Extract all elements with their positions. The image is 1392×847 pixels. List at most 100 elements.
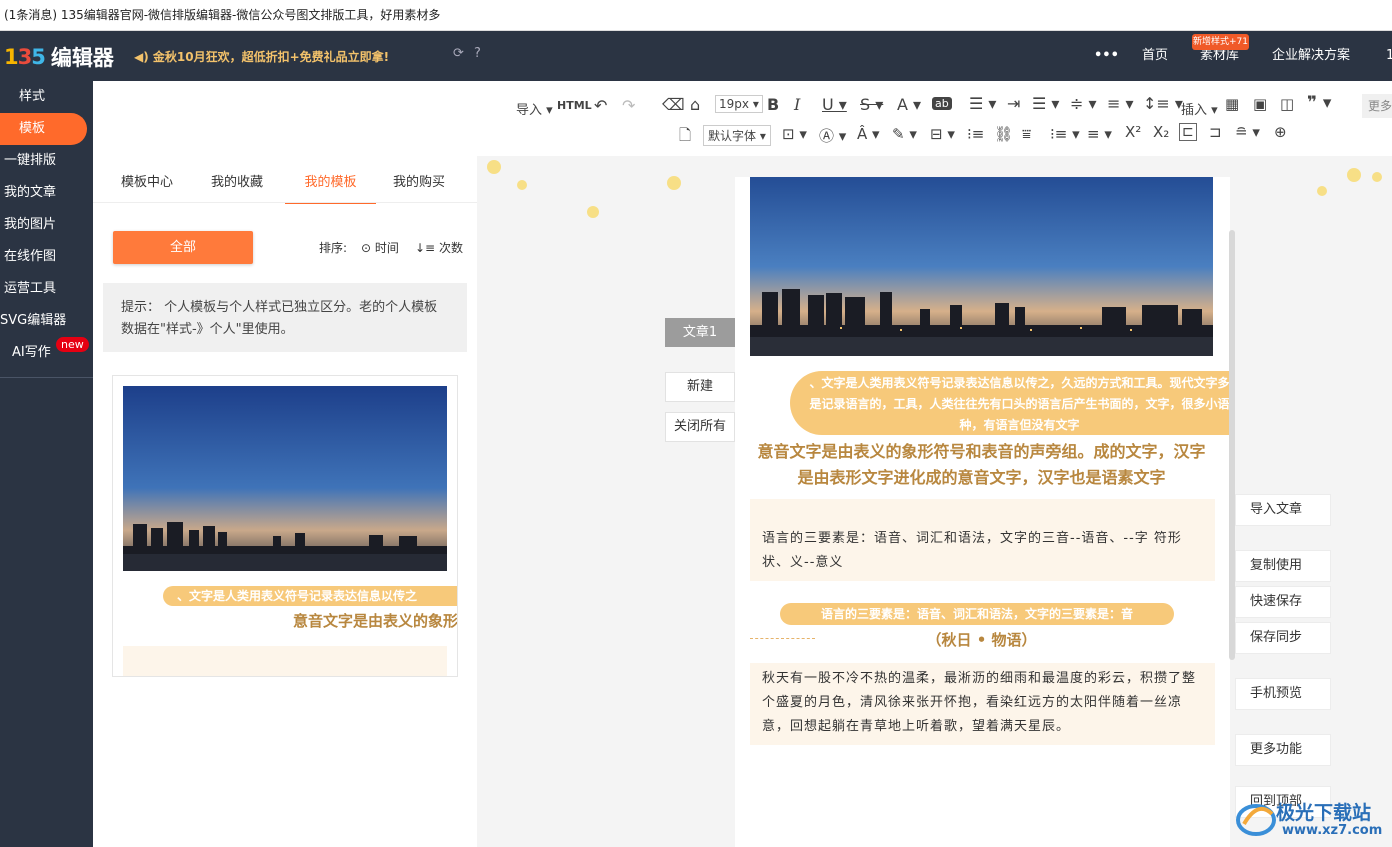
- image-frame-icon[interactable]: ⊟ ▾: [930, 125, 955, 143]
- intro-pill[interactable]: 、文字是人类用表义符号记录表达信息以传之，久远的方式和工具。现代文字多是记录语言…: [790, 371, 1235, 435]
- logo[interactable]: 135 编辑器: [4, 42, 114, 72]
- decor-flower: [587, 206, 599, 218]
- sort-icon: ↓≡: [415, 241, 436, 255]
- new-badge: new: [56, 337, 89, 352]
- subscript-icon[interactable]: X₂: [1153, 123, 1169, 141]
- quote-icon[interactable]: ❞ ▾: [1307, 93, 1331, 113]
- paragraph-spacing-icon[interactable]: ≡ ▾: [1107, 94, 1134, 113]
- card-heading: 意音文字是由表义的象形: [293, 612, 458, 630]
- new-article-button[interactable]: 新建: [665, 372, 735, 402]
- import-article-button[interactable]: 导入文章: [1235, 494, 1331, 526]
- nav-home[interactable]: 首页: [1142, 31, 1168, 81]
- table-icon[interactable]: ▦: [1225, 95, 1239, 113]
- eraser-icon[interactable]: ⌫: [662, 95, 685, 114]
- sort-label: 排序:: [319, 241, 348, 255]
- refresh-icon[interactable]: ⟳: [453, 46, 464, 61]
- document-page[interactable]: 、文字是人类用表义符号记录表达信息以传之，久远的方式和工具。现代文字多是记录语言…: [735, 177, 1235, 847]
- sort-by-time[interactable]: ⊙ 时间: [361, 239, 399, 256]
- import-label: 导入: [516, 103, 543, 118]
- decor-flower: [517, 180, 527, 190]
- tab-favorites[interactable]: 我的收藏: [211, 164, 263, 202]
- sort-by-count[interactable]: ↓≡ 次数: [415, 239, 463, 256]
- divider-icon[interactable]: ⩸: [1022, 125, 1031, 143]
- underline-icon[interactable]: U ▾: [822, 95, 847, 114]
- link-icon[interactable]: ⛓: [994, 125, 1013, 143]
- nav-more[interactable]: 1: [1386, 31, 1392, 81]
- text-box-icon[interactable]: ⊡ ▾: [782, 125, 807, 143]
- template-card[interactable]: 、文字是人类用表义符号记录表达信息以传之 意音文字是由表义的象形: [112, 375, 458, 677]
- image-icon[interactable]: ▣: [1253, 95, 1267, 113]
- sidebar-item-templates[interactable]: 模板: [0, 113, 87, 145]
- section-heading-1[interactable]: 意音文字是由表义的象形符号和表音的声旁组。成的文字，汉字是由表形文字进化成的意音…: [750, 439, 1213, 491]
- section-heading-2[interactable]: （秋日 • 物语）: [750, 629, 1213, 650]
- tab-purchases[interactable]: 我的购买: [393, 164, 445, 202]
- help-icon[interactable]: ?: [474, 46, 481, 61]
- sidebar-item-my-articles[interactable]: 我的文章: [0, 177, 93, 209]
- sidebar-item-svg-editor[interactable]: SVG编辑器: [0, 305, 93, 337]
- sidebar-item-my-images[interactable]: 我的图片: [0, 209, 93, 241]
- ordered-list-icon[interactable]: ⁝≡ ▾: [1050, 125, 1080, 143]
- left-layout-icon[interactable]: ⊏: [1179, 123, 1197, 141]
- align-icon[interactable]: ☰ ▾: [969, 94, 996, 113]
- font-color-icon[interactable]: A ▾: [897, 95, 921, 114]
- magic-wand-icon[interactable]: ✎ ▾: [892, 125, 917, 143]
- gallery-icon[interactable]: ◫: [1280, 95, 1294, 113]
- decor-flower: [1347, 168, 1361, 182]
- toolbar-more-button[interactable]: 更多: [1362, 94, 1392, 118]
- font-family-select[interactable]: 默认字体 ▾: [703, 125, 771, 146]
- decor-flower: [1317, 186, 1327, 196]
- tab-template-center[interactable]: 模板中心: [121, 164, 173, 202]
- highlight-icon[interactable]: ab: [932, 97, 952, 110]
- insert-menu[interactable]: 插入 ▾: [1181, 99, 1218, 118]
- text-block-2[interactable]: 秋天有一股不冷不热的温柔，最淅沥的细雨和最温度的彩云，积攒了整个盛夏的月色，清风…: [750, 663, 1215, 745]
- watermark: 极光下载站 www.xz7.com: [1234, 790, 1392, 847]
- section-pill-2[interactable]: 语言的三要素是：语音、词汇和语法，文字的三要素是：音: [780, 603, 1174, 625]
- right-layout-icon[interactable]: ⊐: [1209, 123, 1222, 141]
- top-navbar: 135 编辑器 ◀) 金秋10月狂欢，超低折扣+免费礼品立即拿! ⟳ ? •••…: [0, 31, 1392, 81]
- sidebar-item-styles[interactable]: 样式: [0, 81, 93, 113]
- decor-flower: [667, 176, 681, 190]
- text-block-1[interactable]: 语言的三要素是：语音、词汇和语法，文字的三音--语音、--字 符形状、义--意义: [750, 499, 1215, 581]
- promo-text: 金秋10月狂欢，超低折扣+免费礼品立即拿!: [152, 50, 390, 64]
- quick-save-button[interactable]: 快速保存: [1235, 586, 1331, 618]
- superscript-icon[interactable]: X²: [1125, 123, 1141, 141]
- italic-icon[interactable]: I: [794, 95, 800, 114]
- editor-toolbar: 导入 ▾ HTML ↶ ↷ ⌫ ⌂ 19px ▾ B I U ▾ S ▾ A ▾…: [477, 81, 1392, 156]
- more-menu-icon[interactable]: •••: [1094, 31, 1119, 81]
- redo-icon[interactable]: ↷: [622, 96, 635, 115]
- sidebar-item-ops-tools[interactable]: 运营工具: [0, 273, 93, 305]
- nav-enterprise[interactable]: 企业解决方案: [1272, 31, 1350, 81]
- html-button[interactable]: HTML: [557, 99, 592, 112]
- list-icon[interactable]: ⁝≡: [967, 125, 984, 143]
- font-family-value: 默认字体: [708, 129, 757, 143]
- sidebar-item-one-click[interactable]: 一键排版: [0, 145, 93, 177]
- more-features-button[interactable]: 更多功能: [1235, 734, 1331, 766]
- bold-icon[interactable]: B: [767, 95, 779, 114]
- tab-my-templates[interactable]: 我的模板: [285, 164, 376, 204]
- promo-banner[interactable]: ◀) 金秋10月狂欢，超低折扣+免费礼品立即拿!: [134, 48, 389, 65]
- mobile-preview-button[interactable]: 手机预览: [1235, 678, 1331, 710]
- article-cover-image[interactable]: [750, 177, 1213, 356]
- unordered-list-icon[interactable]: ≡ ▾: [1087, 125, 1112, 143]
- panel-tabs: 模板中心 我的收藏 我的模板 我的购买: [93, 164, 477, 204]
- outdent-icon[interactable]: ☰ ▾: [1032, 94, 1059, 113]
- close-all-button[interactable]: 关闭所有: [665, 412, 735, 442]
- letter-spacing-icon[interactable]: ↕≡ ▾: [1143, 94, 1183, 113]
- copy-use-button[interactable]: 复制使用: [1235, 550, 1331, 582]
- line-spacing-icon[interactable]: ≑ ▾: [1070, 94, 1097, 113]
- font-size-select[interactable]: 19px ▾: [715, 95, 763, 113]
- all-button[interactable]: 全部: [113, 231, 253, 264]
- text-direction-icon[interactable]: ≘ ▾: [1235, 123, 1260, 141]
- indent-icon[interactable]: ⇥: [1007, 94, 1020, 113]
- sidebar-item-online-design[interactable]: 在线作图: [0, 241, 93, 273]
- undo-icon[interactable]: ↶: [594, 96, 607, 115]
- search-replace-icon[interactable]: ⊕: [1274, 123, 1287, 141]
- text-effect-icon[interactable]: Â ▾: [857, 125, 880, 143]
- strikethrough-icon[interactable]: S ▾: [860, 95, 883, 114]
- font-border-icon[interactable]: Ⓐ ▾: [819, 125, 846, 146]
- document-icon[interactable]: 🗋: [679, 125, 691, 150]
- format-painter-icon[interactable]: ⌂: [690, 95, 700, 114]
- article-tab[interactable]: 文章1: [665, 318, 735, 347]
- save-sync-button[interactable]: 保存同步: [1235, 622, 1331, 654]
- import-menu[interactable]: 导入 ▾: [516, 99, 553, 118]
